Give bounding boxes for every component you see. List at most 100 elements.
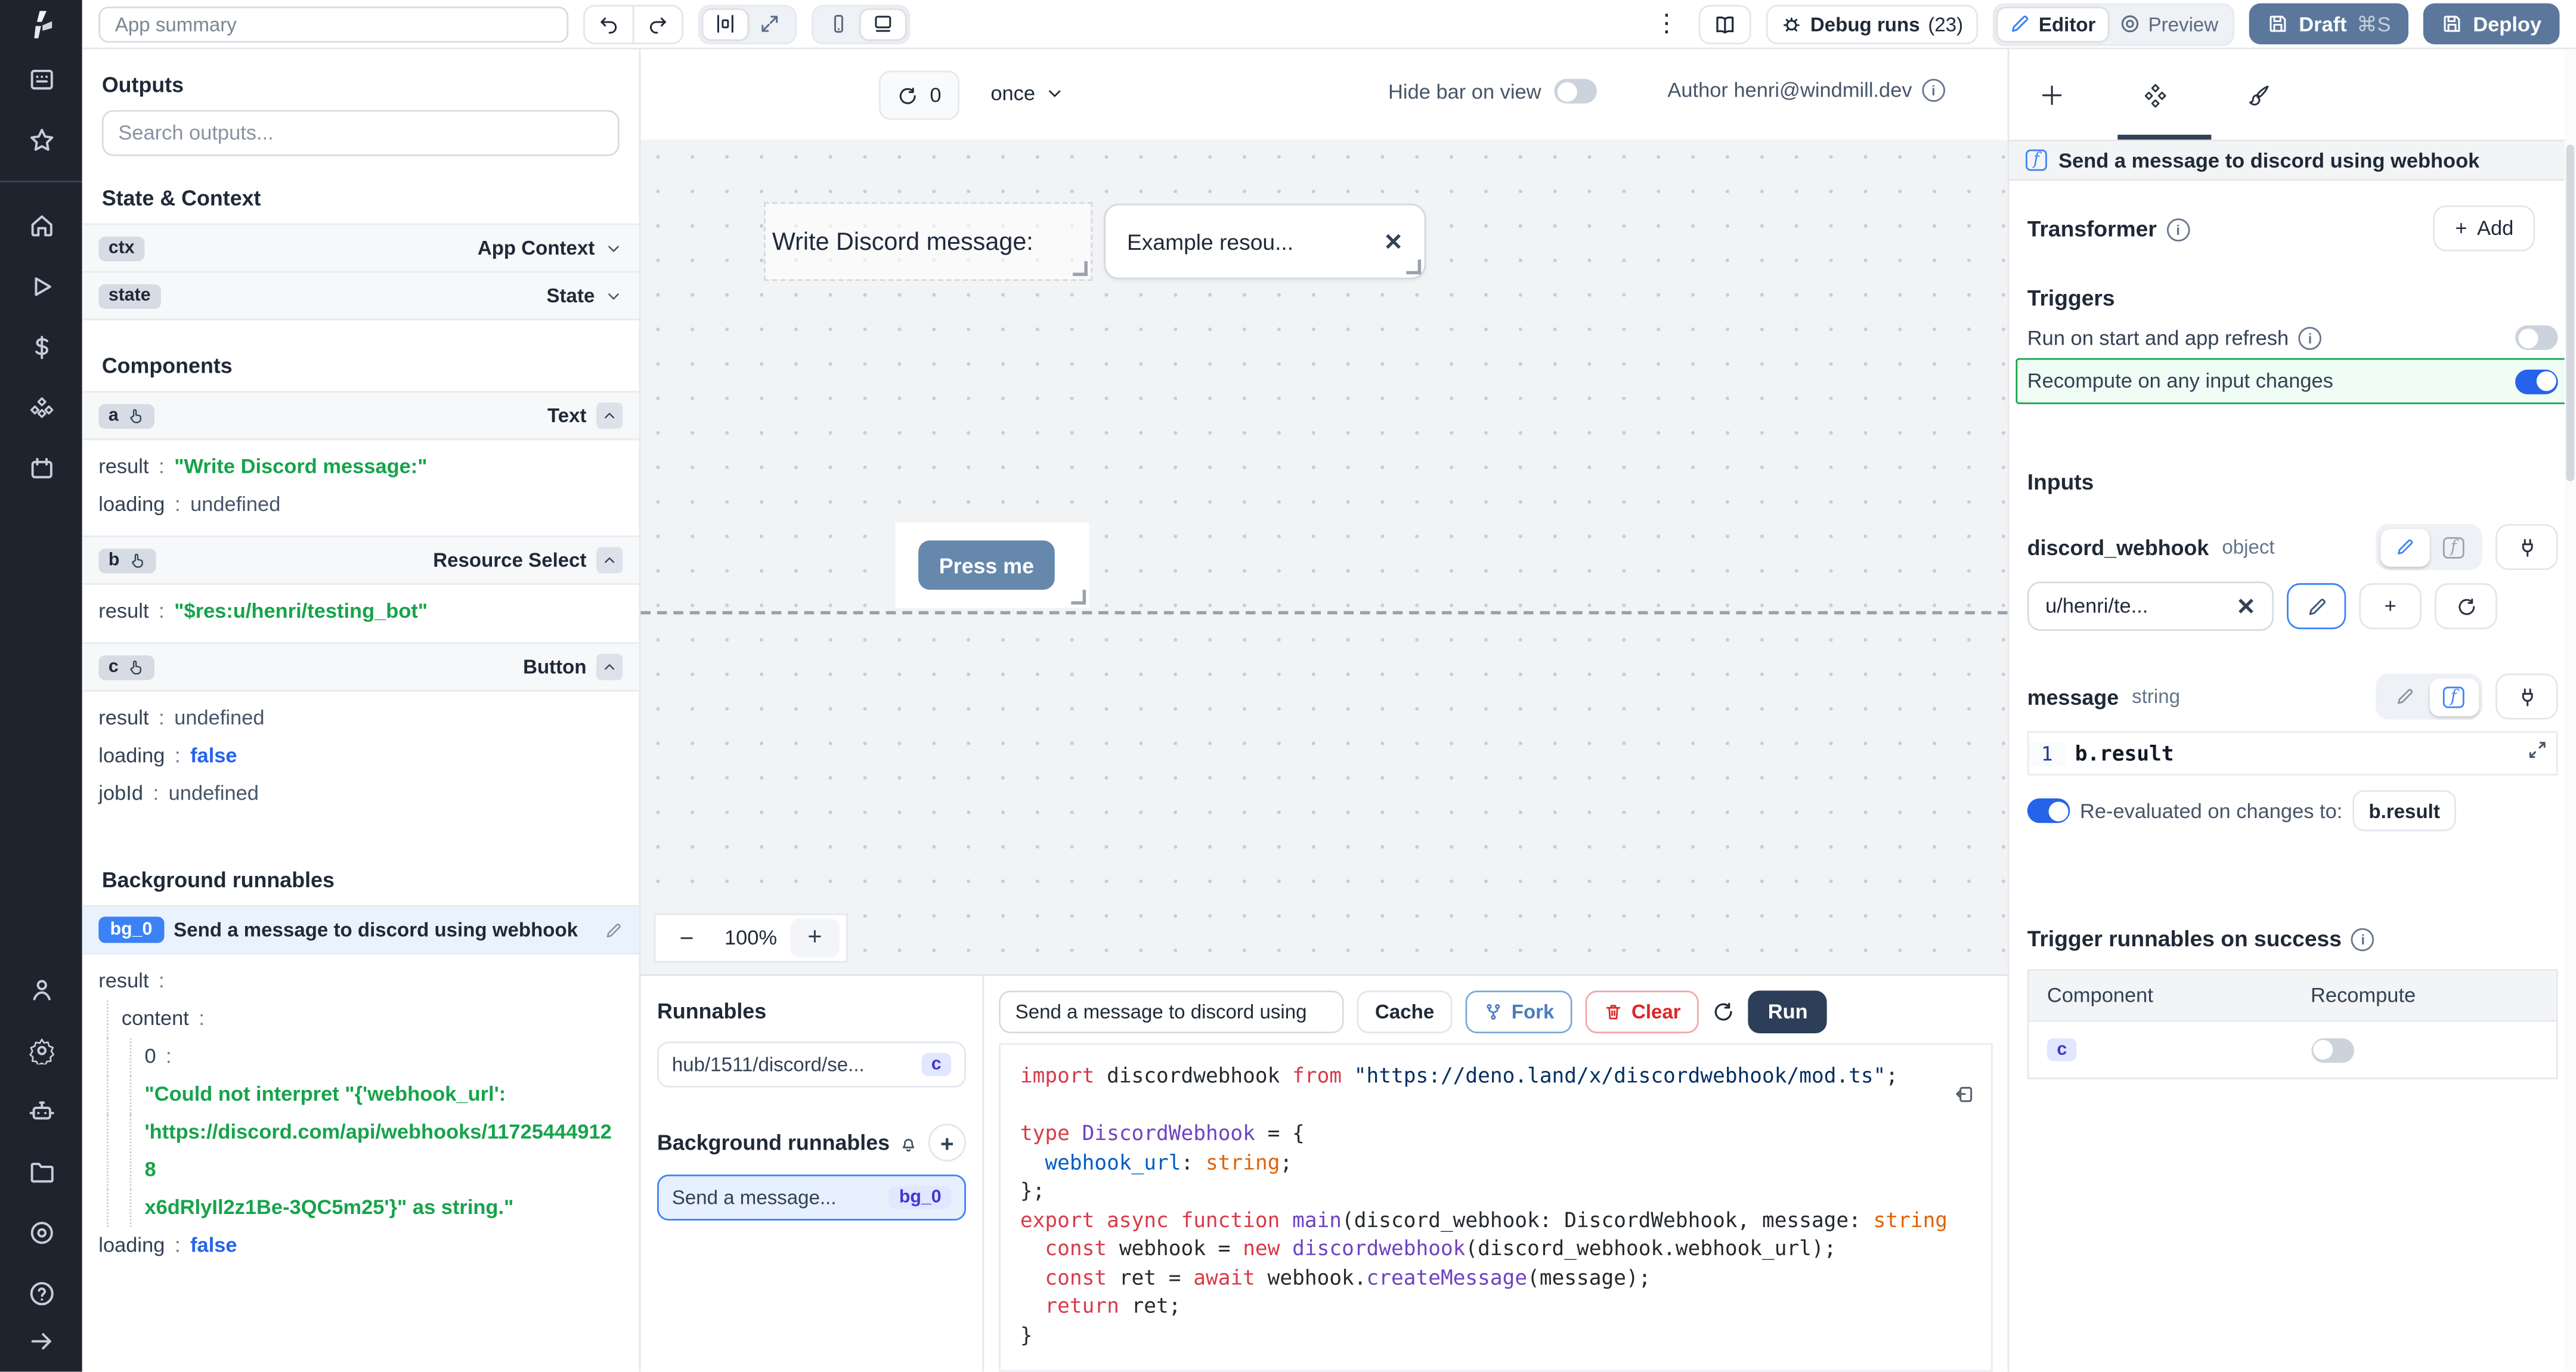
- output-kv-row: content:: [98, 1001, 623, 1038]
- reeval-dependency-badge[interactable]: b.result: [2352, 790, 2457, 831]
- edit-pencil-icon[interactable]: [605, 921, 623, 939]
- hide-bar-toggle[interactable]: [1555, 79, 1597, 103]
- logs-eye-icon[interactable]: [27, 1219, 55, 1247]
- bg0-row[interactable]: bg_0 Send a message to discord using web…: [82, 905, 639, 955]
- press-me-button[interactable]: Press me: [918, 540, 1055, 590]
- help-icon[interactable]: [27, 1280, 55, 1308]
- chevron-down-icon[interactable]: [605, 239, 623, 257]
- redo-button[interactable]: [633, 4, 683, 44]
- tab-editor[interactable]: Editor: [1998, 7, 2107, 40]
- app-canvas[interactable]: Write Discord message: Example resou... …: [640, 140, 2007, 974]
- collapse-c-button[interactable]: [596, 654, 623, 680]
- home-icon[interactable]: [27, 212, 55, 240]
- variables-dollar-icon[interactable]: [27, 333, 55, 361]
- output-kv-row: result:"Write Discord message:": [98, 448, 623, 486]
- scrollbar[interactable]: [2565, 49, 2576, 1372]
- text-component[interactable]: Write Discord message:: [766, 204, 1091, 280]
- resize-handle[interactable]: [1406, 259, 1421, 274]
- refresh-mode-select[interactable]: once: [990, 70, 1064, 116]
- cache-button[interactable]: Cache: [1357, 990, 1453, 1033]
- clear-resource-icon[interactable]: ✕: [2236, 592, 2255, 620]
- info-icon[interactable]: i: [1922, 79, 1945, 102]
- add-background-runnable-button[interactable]: +: [928, 1123, 966, 1161]
- info-icon[interactable]: i: [2351, 927, 2374, 950]
- workers-robot-icon[interactable]: [27, 1097, 55, 1125]
- chevron-down-icon: [1045, 84, 1065, 104]
- styling-tab-brush-icon[interactable]: [2246, 81, 2272, 107]
- canvas-height-divider[interactable]: [640, 611, 2007, 615]
- state-row[interactable]: state State: [82, 272, 639, 320]
- resource-select-component[interactable]: Example resou... ✕: [1104, 204, 1426, 280]
- copy-code-icon[interactable]: [1953, 1084, 1975, 1105]
- component-b-row[interactable]: b Resource Select: [82, 535, 639, 585]
- desktop-view-option[interactable]: [861, 9, 905, 39]
- settings-gear-icon[interactable]: [27, 1036, 55, 1064]
- message-expression-input[interactable]: 1 b.result: [2027, 731, 2558, 775]
- tab-preview[interactable]: Preview: [2107, 7, 2230, 40]
- component-a-row[interactable]: a Text: [82, 391, 639, 441]
- recompute-toggle[interactable]: [2515, 369, 2558, 394]
- resource-picker-input[interactable]: u/henri/te... ✕: [2027, 581, 2274, 631]
- static-mode-pencil-icon[interactable]: [2380, 528, 2429, 566]
- fullwidth-layout-option[interactable]: [748, 9, 792, 39]
- windmill-logo[interactable]: [0, 0, 82, 49]
- apps-icon[interactable]: [27, 66, 55, 94]
- eval-mode-function-icon[interactable]: f: [2429, 528, 2478, 566]
- fork-button[interactable]: Fork: [1466, 990, 1572, 1033]
- mobile-view-option[interactable]: [816, 9, 860, 39]
- static-mode-pencil-icon[interactable]: [2380, 677, 2429, 715]
- collapse-a-button[interactable]: [596, 402, 623, 429]
- add-resource-button[interactable]: +: [2359, 583, 2422, 629]
- draft-button[interactable]: Draft⌘S: [2250, 4, 2409, 45]
- zoom-out-button[interactable]: −: [662, 924, 711, 952]
- folders-icon[interactable]: [27, 1158, 55, 1186]
- reload-script-button[interactable]: [1712, 1001, 1735, 1024]
- info-icon[interactable]: i: [2166, 218, 2190, 241]
- expand-editor-icon[interactable]: [2527, 739, 2550, 763]
- runnable-item-bg0[interactable]: Send a message... bg_0: [657, 1175, 966, 1221]
- connect-plug-button[interactable]: [2496, 524, 2558, 570]
- run-on-start-toggle[interactable]: [2515, 326, 2558, 350]
- zoom-in-button[interactable]: +: [790, 918, 840, 958]
- deploy-button[interactable]: Deploy: [2424, 4, 2560, 45]
- collapse-b-button[interactable]: [596, 547, 623, 573]
- selected-runnable-header: f Send a message to discord using webhoo…: [2009, 140, 2576, 181]
- favorites-star-icon[interactable]: [27, 126, 55, 154]
- code-editor[interactable]: import discordwebhook from "https://deno…: [999, 1043, 1993, 1371]
- clear-button[interactable]: Clear: [1586, 990, 1699, 1033]
- chevron-down-icon[interactable]: [605, 287, 623, 305]
- user-icon[interactable]: [27, 976, 55, 1004]
- resize-handle[interactable]: [1071, 590, 1086, 605]
- schedules-calendar-icon[interactable]: [27, 455, 55, 483]
- button-component-card[interactable]: Press me: [896, 522, 1089, 608]
- app-summary-input[interactable]: App summary: [98, 6, 568, 42]
- edit-resource-button[interactable]: [2287, 583, 2346, 629]
- scrollbar-thumb[interactable]: [2566, 144, 2574, 481]
- add-transformer-button[interactable]: + Add: [2434, 205, 2535, 251]
- info-icon[interactable]: i: [2299, 326, 2322, 349]
- settings-tab-components-icon[interactable]: [2142, 81, 2169, 107]
- expand-rail-arrow-icon[interactable]: [27, 1327, 55, 1355]
- run-button[interactable]: Run: [1748, 990, 1828, 1033]
- resources-icon[interactable]: [27, 394, 55, 422]
- runnable-item-hub-script[interactable]: hub/1511/discord/se... c: [657, 1042, 966, 1088]
- more-options-kebab-icon[interactable]: ⋮: [1649, 11, 1684, 36]
- search-outputs-input[interactable]: Search outputs...: [102, 110, 620, 156]
- insert-tab-plus-icon[interactable]: [2039, 81, 2065, 107]
- script-name-input[interactable]: Send a message to discord using: [999, 990, 1344, 1033]
- recompute-c-toggle[interactable]: [2311, 1037, 2354, 1062]
- ctx-row[interactable]: ctx App Context: [82, 224, 639, 273]
- component-c-row[interactable]: c Button: [82, 642, 639, 692]
- refresh-resource-button[interactable]: [2435, 583, 2497, 629]
- reeval-toggle[interactable]: [2027, 798, 2070, 823]
- refresh-count-box[interactable]: 0: [879, 70, 959, 120]
- connect-plug-button[interactable]: [2496, 674, 2558, 720]
- debug-runs-button[interactable]: Debug runs (23): [1766, 4, 1978, 44]
- docs-button[interactable]: [1699, 4, 1751, 44]
- resize-handle[interactable]: [1073, 261, 1088, 276]
- center-layout-option[interactable]: [703, 9, 747, 39]
- runs-play-icon[interactable]: [27, 272, 55, 301]
- undo-button[interactable]: [583, 4, 634, 44]
- eval-mode-function-icon[interactable]: f: [2429, 677, 2478, 715]
- clear-selection-icon[interactable]: ✕: [1384, 228, 1403, 256]
